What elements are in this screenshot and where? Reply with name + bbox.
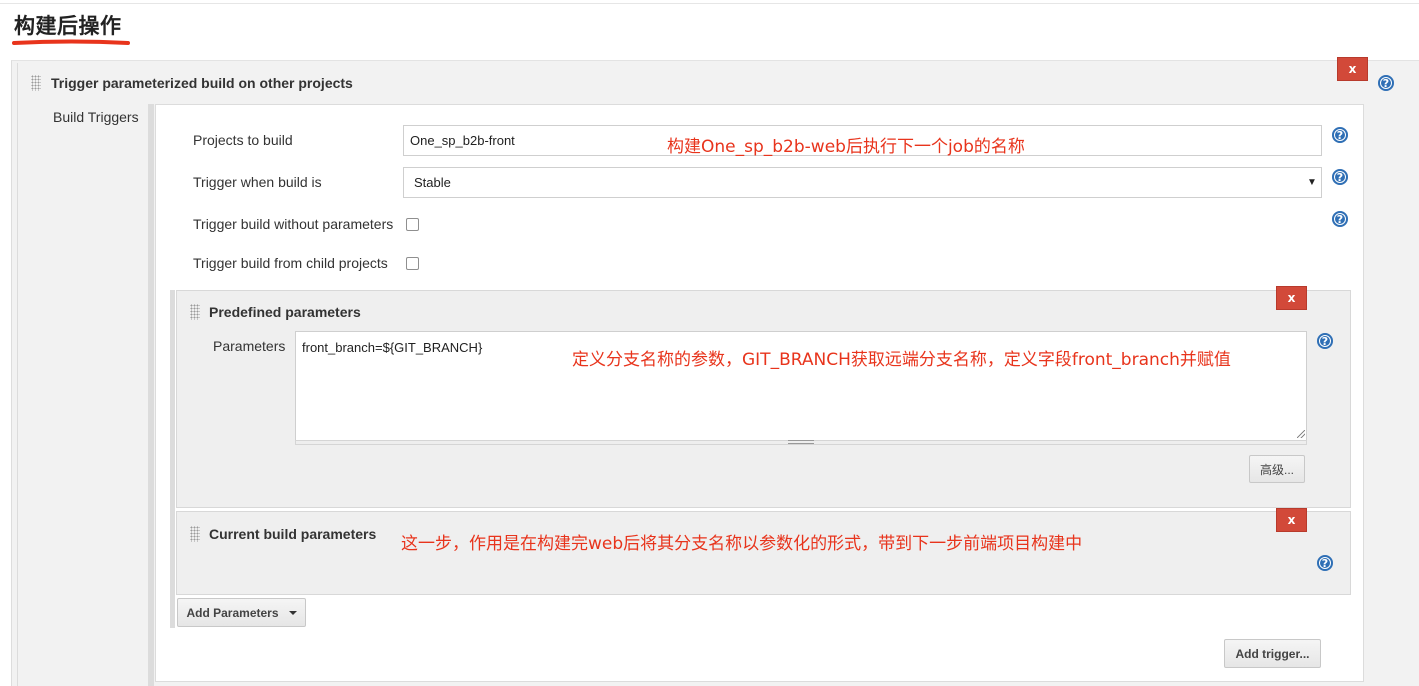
parameters-annotation: 定义分支名称的参数，GIT_BRANCH获取远端分支名称，定义字段front_b…	[572, 350, 1231, 370]
trigger-when-value: Stable	[414, 175, 451, 190]
help-icon[interactable]: ?	[1332, 211, 1348, 227]
trigger-without-params-checkbox[interactable]	[406, 218, 419, 231]
help-icon[interactable]: ?	[1378, 75, 1394, 91]
build-triggers-label: Build Triggers	[53, 109, 139, 125]
current-annotation: 这一步，作用是在构建完web后将其分支名称以参数化的形式，带到下一步前端项目构建…	[401, 534, 1083, 554]
red-underline-mark	[12, 39, 130, 45]
trigger-when-label: Trigger when build is	[193, 174, 322, 190]
add-trigger-button[interactable]: Add trigger...	[1224, 639, 1321, 668]
parameters-left-bar	[170, 290, 175, 628]
add-parameters-label: Add Parameters	[186, 605, 279, 620]
help-icon[interactable]: ?	[1317, 555, 1333, 571]
trigger-from-child-checkbox[interactable]	[406, 257, 419, 270]
delete-trigger-button[interactable]: x	[1337, 57, 1368, 81]
panel-left-bar	[17, 63, 18, 686]
drag-handle-icon[interactable]	[190, 304, 200, 320]
drag-handle-icon[interactable]	[31, 75, 41, 91]
trigger-from-child-label: Trigger build from child projects	[193, 255, 388, 271]
advanced-button[interactable]: 高级...	[1249, 455, 1305, 483]
add-parameters-button[interactable]: Add Parameters	[177, 598, 306, 627]
caret-down-icon	[288, 610, 297, 615]
projects-to-build-label: Projects to build	[193, 132, 293, 148]
trigger-without-params-label: Trigger build without parameters	[193, 216, 394, 232]
section-title: 构建后操作	[14, 14, 122, 38]
trigger-when-select[interactable]: Stable	[403, 167, 1322, 198]
help-icon[interactable]: ?	[1332, 127, 1348, 143]
projects-annotation: 构建One_sp_b2b-web后执行下一个job的名称	[667, 137, 1025, 157]
parameters-label: Parameters	[213, 338, 286, 354]
current-build-parameters-title: Current build parameters	[209, 526, 377, 542]
help-icon[interactable]: ?	[1317, 333, 1333, 349]
help-icon[interactable]: ?	[1332, 169, 1348, 185]
drag-handle-icon[interactable]	[190, 526, 200, 542]
dropdown-arrow-icon: ▼	[1307, 177, 1317, 188]
build-triggers-strip	[148, 104, 154, 686]
resize-corner-icon[interactable]	[1297, 430, 1305, 438]
delete-predefined-button[interactable]: x	[1276, 286, 1307, 310]
delete-current-button[interactable]: x	[1276, 508, 1307, 532]
resize-grip-icon	[788, 440, 814, 444]
trigger-panel-title: Trigger parameterized build on other pro…	[51, 75, 353, 91]
top-divider	[0, 3, 1419, 4]
predefined-parameters-title: Predefined parameters	[209, 304, 361, 320]
